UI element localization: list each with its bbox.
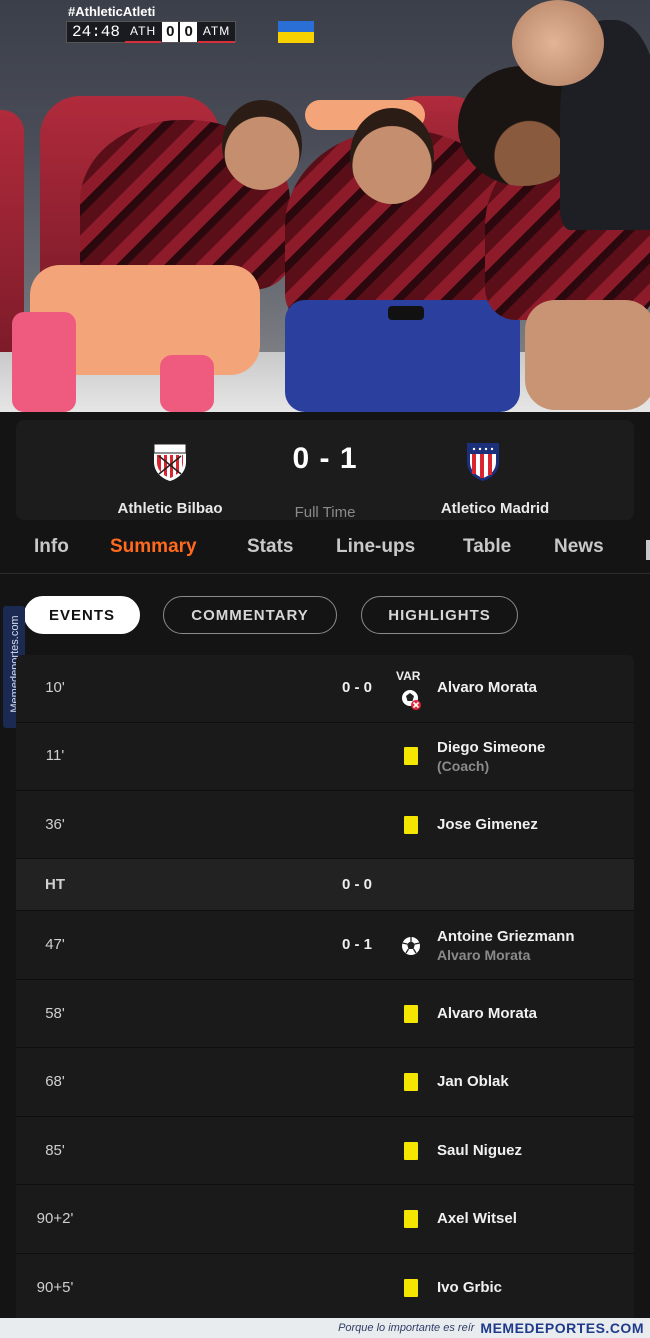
coach-head: [512, 0, 604, 86]
tv-clock: 24:48: [72, 23, 121, 41]
event-score: 0 - 1: [341, 936, 372, 953]
event-minute: 85': [45, 1142, 65, 1159]
event-player: Diego Simeone: [437, 739, 546, 756]
tab-bar: Info Summary Stats Line-ups Table News: [0, 528, 650, 574]
player-left-head: [222, 100, 302, 190]
event-minute: HT: [45, 876, 65, 893]
tv-away-code: ATM: [197, 21, 236, 43]
ukraine-flag-icon: [278, 21, 314, 43]
tv-score-bar: 24:48 ATH 0 0 ATM: [66, 21, 237, 43]
site-footer: Porque lo importante es reír MEMEDEPORTE…: [0, 1318, 650, 1338]
tab-stats[interactable]: Stats: [247, 536, 293, 558]
player-right-legs: [525, 300, 650, 410]
var-goal-disallowed-icon: [402, 690, 421, 710]
tv-home-code: ATH: [125, 21, 162, 43]
footer-brand[interactable]: MEMEDEPORTES.COM: [480, 1320, 644, 1336]
tv-hashtag: #AthleticAtleti: [68, 4, 156, 19]
halftime-row: HT 0 - 0: [16, 859, 634, 911]
yellow-card-icon: [400, 1142, 422, 1168]
var-label: VAR: [396, 669, 421, 683]
match-score: 0 - 1: [292, 442, 358, 475]
event-minute: 36': [45, 816, 65, 833]
yellow-card-icon: [400, 1005, 422, 1031]
event-minute: 47': [45, 936, 65, 953]
event-row[interactable]: 85' Saul Niguez: [16, 1117, 634, 1185]
event-row[interactable]: 90+5' Ivo Grbic: [16, 1254, 634, 1318]
event-assist: Alvaro Morata: [437, 947, 531, 963]
event-player: Ivo Grbic: [437, 1279, 503, 1296]
player-middle-head: [350, 108, 434, 204]
match-header: 0 - 1 Athletic Bilbao Full Time Atletico…: [16, 420, 634, 521]
event-row[interactable]: 11' Diego Simeone (Coach): [16, 723, 634, 791]
event-player: Jose Gimenez: [437, 816, 538, 833]
tv-scorebug: #AthleticAtleti 24:48 ATH 0 0 ATM: [66, 4, 314, 44]
tab-overflow-edge: [646, 540, 650, 560]
tab-info[interactable]: Info: [34, 536, 69, 558]
event-minute: 68': [45, 1073, 65, 1090]
event-minute: 11': [45, 747, 65, 764]
goal-ball-icon: [402, 937, 420, 955]
event-player: Alvaro Morata: [437, 1005, 538, 1022]
atletico-crest-icon[interactable]: [462, 440, 504, 482]
player-left-sock: [12, 312, 76, 412]
event-player: Saul Niguez: [437, 1142, 523, 1159]
tab-lineups[interactable]: Line-ups: [336, 536, 415, 558]
event-row[interactable]: 47' 0 - 1 Antoine Griezmann Alvaro Morat…: [16, 911, 634, 980]
event-player: Axel Witsel: [437, 1210, 517, 1227]
bench-photo: #AthleticAtleti 24:48 ATH 0 0 ATM: [0, 0, 650, 412]
footer-tagline: Porque lo importante es reír: [338, 1322, 475, 1334]
event-minute: 90+2': [36, 1210, 74, 1227]
away-team-name[interactable]: Atletico Madrid: [395, 500, 595, 517]
tab-summary[interactable]: Summary: [110, 536, 197, 558]
yellow-card-icon: [400, 816, 422, 842]
event-player: Antoine Griezmann: [437, 928, 575, 945]
event-score: 0 - 0: [341, 876, 372, 893]
phone: [388, 306, 424, 320]
event-minute: 58': [45, 1005, 65, 1022]
filter-highlights[interactable]: HIGHLIGHTS: [361, 596, 518, 634]
tv-home-score: 0: [162, 22, 179, 42]
event-player-detail: (Coach): [437, 758, 490, 774]
tv-away-score: 0: [180, 22, 197, 42]
event-player: Jan Oblak: [437, 1073, 509, 1090]
filter-events[interactable]: EVENTS: [24, 596, 140, 634]
player-left-sock: [160, 355, 214, 412]
filter-commentary[interactable]: COMMENTARY: [163, 596, 337, 634]
yellow-card-icon: [400, 1210, 422, 1236]
event-row[interactable]: 90+2' Axel Witsel: [16, 1185, 634, 1254]
event-row[interactable]: 10' 0 - 0 VAR Alvaro Morata: [16, 655, 634, 723]
yellow-card-icon: [400, 747, 422, 773]
tab-table[interactable]: Table: [463, 536, 511, 558]
yellow-card-icon: [400, 1073, 422, 1099]
tab-news[interactable]: News: [554, 536, 604, 558]
event-row[interactable]: 36' Jose Gimenez: [16, 791, 634, 859]
event-player: Alvaro Morata: [437, 679, 538, 696]
event-row[interactable]: 68' Jan Oblak: [16, 1048, 634, 1117]
event-minute: 90+5': [36, 1279, 74, 1296]
event-score: 0 - 0: [341, 679, 372, 696]
event-minute: 10': [45, 679, 65, 696]
events-list: 10' 0 - 0 VAR Alvaro Morata 11' Diego Si…: [16, 655, 634, 1318]
yellow-card-icon: [400, 1279, 422, 1305]
event-row[interactable]: 58' Alvaro Morata: [16, 980, 634, 1048]
